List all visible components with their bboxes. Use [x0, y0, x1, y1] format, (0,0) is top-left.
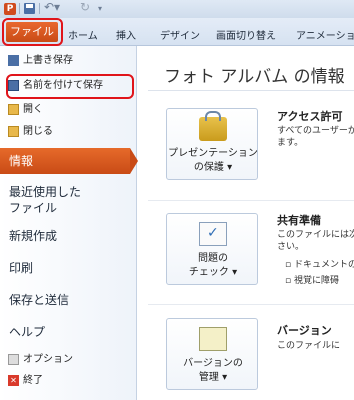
tab-transitions[interactable]: 画面切り替え: [216, 27, 276, 42]
menu-item-print[interactable]: 印刷: [9, 260, 33, 276]
section-text: ます。: [277, 138, 304, 148]
menu-item-label: 上書き保存: [23, 55, 73, 66]
button-label: チェック ▾: [188, 267, 238, 278]
checklist-icon: [199, 222, 227, 246]
menu-item-options[interactable]: オプション: [8, 351, 73, 369]
save-as-highlight: [6, 74, 134, 99]
menu-item-label: ファイル: [9, 201, 58, 215]
section-divider: [148, 304, 354, 305]
section-text: さい。: [277, 242, 305, 252]
menu-item-recent[interactable]: 最近使用した ファイル: [9, 184, 81, 216]
button-label: 管理 ▾: [198, 372, 228, 383]
powerpoint-icon[interactable]: P: [4, 3, 16, 15]
protect-presentation-button[interactable]: プレゼンテーション の保護 ▾: [166, 108, 258, 180]
save-icon: [8, 54, 19, 66]
section-heading-permissions: アクセス許可: [277, 110, 343, 123]
qat-separator: [39, 3, 40, 14]
menu-item-save-send[interactable]: 保存と送信: [9, 292, 69, 308]
versions-icon: [199, 327, 227, 351]
file-tab-highlight: [2, 18, 63, 46]
section-heading-prepare-sharing: 共有準備: [277, 214, 321, 227]
section-text: すべてのユーザーが: [277, 126, 354, 136]
qat-separator: [19, 3, 20, 14]
title-divider: [148, 90, 354, 91]
menu-item-label: 終了: [23, 375, 43, 386]
section-divider: [148, 200, 354, 201]
menu-item-close[interactable]: 閉じる: [8, 123, 53, 141]
menu-item-label: 閉じる: [23, 126, 53, 137]
menu-item-open[interactable]: 開く: [8, 101, 43, 119]
button-label: バージョンの: [183, 358, 243, 369]
close-folder-icon: [8, 125, 19, 137]
menu-item-label: 開く: [23, 104, 43, 115]
manage-versions-button[interactable]: バージョンの 管理 ▾: [166, 318, 258, 390]
exit-icon: ✕: [8, 374, 19, 386]
section-bullet: ▫ 視覚に障碍: [285, 276, 339, 286]
undo-icon[interactable]: ↶▾: [44, 0, 60, 14]
button-label: プレゼンテーション: [168, 148, 258, 159]
section-bullet: ▫ ドキュメントの: [285, 260, 354, 270]
menu-item-save[interactable]: 上書き保存: [8, 52, 73, 70]
tab-design[interactable]: デザイン: [160, 27, 200, 42]
lock-key-icon: [199, 111, 227, 141]
menu-item-label: オプション: [23, 354, 73, 365]
check-for-issues-button[interactable]: 問題の チェック ▾: [166, 213, 258, 285]
title-bar: P ↶▾ ↻ ▾: [0, 0, 354, 18]
tab-home[interactable]: ホーム: [68, 27, 98, 42]
menu-item-label: 最近使用した: [9, 185, 82, 199]
menu-item-help[interactable]: ヘルプ: [9, 324, 45, 340]
page-title: フォト アルバム の情報: [164, 67, 345, 87]
open-folder-icon: [8, 103, 19, 115]
options-icon: [8, 353, 19, 365]
menu-item-new[interactable]: 新規作成: [9, 228, 57, 244]
save-icon[interactable]: [24, 3, 35, 14]
button-label: の保護 ▾: [193, 162, 233, 173]
tab-animations[interactable]: アニメーション: [296, 27, 354, 42]
button-label: 問題の: [198, 253, 228, 264]
redo-icon[interactable]: ↻: [80, 0, 90, 14]
menu-item-exit[interactable]: ✕ 終了: [8, 372, 43, 390]
tab-insert[interactable]: 挿入: [116, 27, 136, 42]
section-heading-versions: バージョン: [277, 324, 332, 337]
menu-item-info[interactable]: 情報: [0, 148, 138, 174]
backstage-menu: [0, 46, 137, 400]
customize-qat-icon[interactable]: ▾: [98, 4, 102, 13]
section-text: このファイルに: [277, 341, 341, 351]
section-text: このファイルには次: [277, 230, 354, 240]
